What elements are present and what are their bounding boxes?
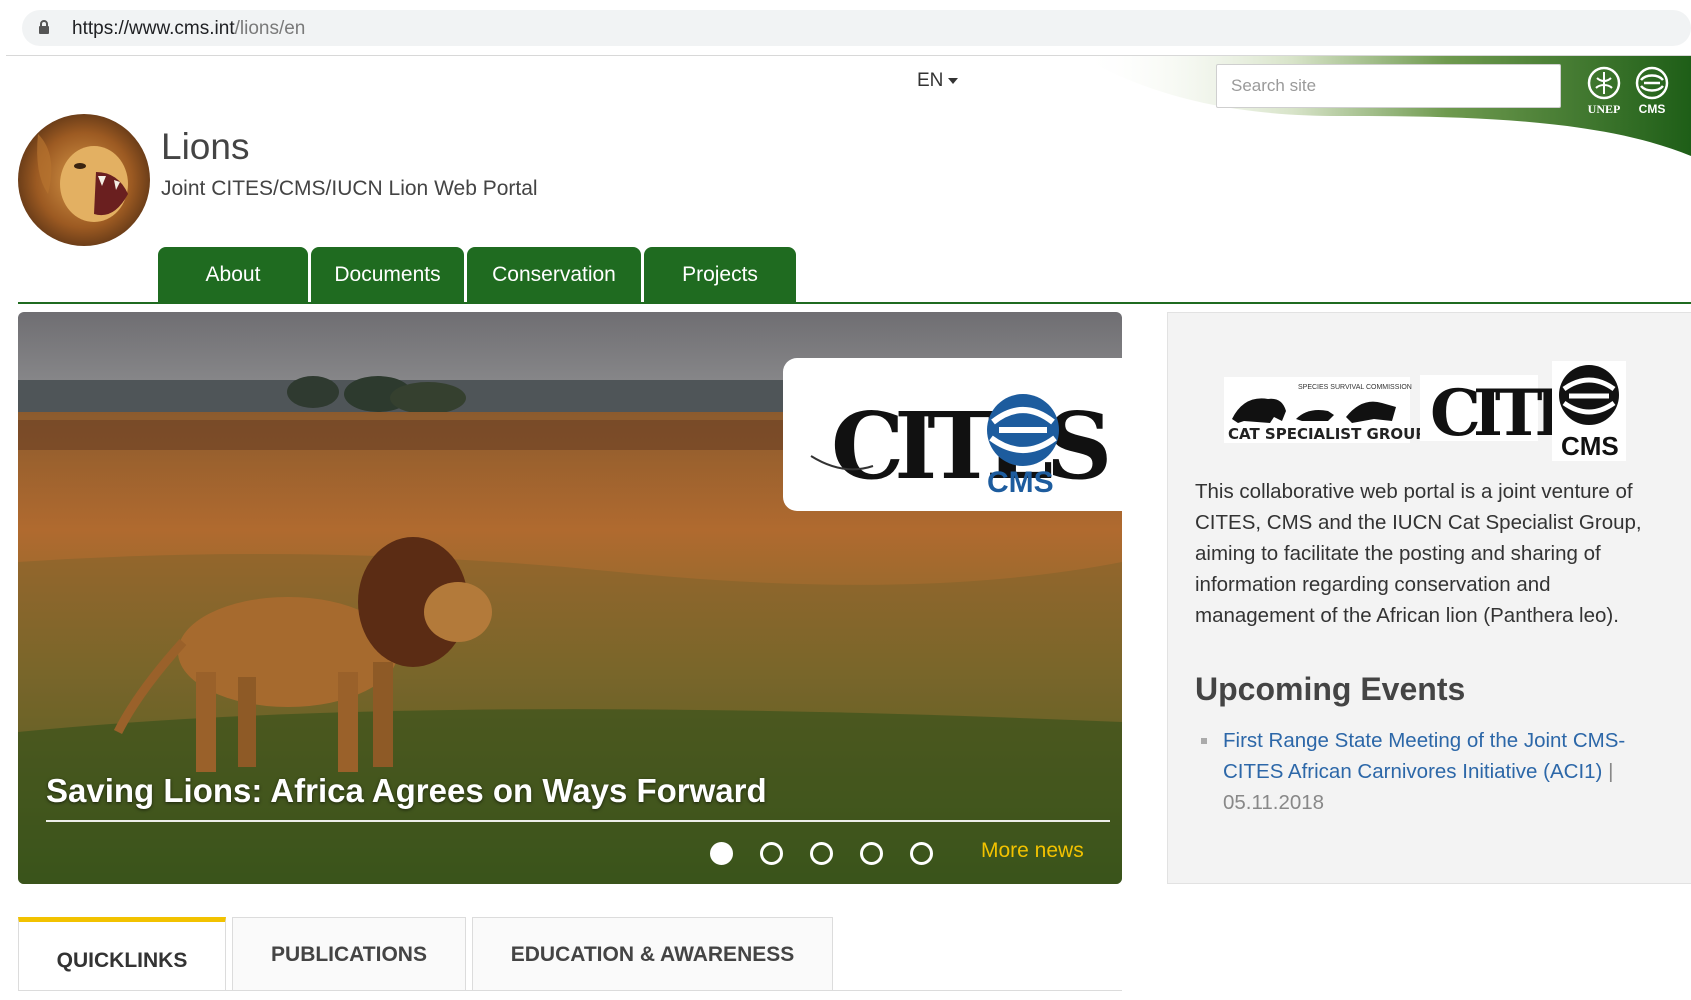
svg-text:CMS: CMS — [987, 466, 1054, 499]
more-news-link[interactable]: More news — [981, 839, 1084, 863]
event-separator: | — [1608, 760, 1614, 783]
nav-tab-documents[interactable]: Documents — [311, 247, 464, 303]
chevron-down-icon — [948, 77, 959, 84]
language-label: EN — [917, 70, 944, 91]
slider-dot-4[interactable] — [860, 842, 883, 865]
upcoming-events-heading: Upcoming Events — [1195, 671, 1466, 707]
news-slider[interactable]: CITES CMS Saving Lions: Africa Agrees on… — [18, 312, 1122, 884]
main-nav: About Documents Conservation Projects — [158, 247, 796, 303]
nav-tab-projects[interactable]: Projects — [644, 247, 796, 303]
site-subtitle: Joint CITES/CMS/IUCN Lion Web Portal — [161, 177, 538, 200]
tabs-divider — [18, 990, 1122, 991]
search-input[interactable] — [1216, 64, 1561, 108]
partner-logos: SPECIES SURVIVAL COMMISSION CAT SPECIALI… — [1224, 361, 1626, 461]
url-host: https://www.cms.int — [72, 18, 235, 39]
url-path: /lions/en — [234, 18, 306, 39]
lock-icon — [39, 20, 49, 34]
svg-text:CAT SPECIALIST GROUP: CAT SPECIALIST GROUP — [1228, 425, 1426, 443]
nav-divider — [18, 302, 1691, 304]
event-date: 05.11.2018 — [1223, 791, 1325, 814]
sidebar-panel: SPECIES SURVIVAL COMMISSION CAT SPECIALI… — [1167, 312, 1691, 884]
cat-specialist-group-logo: SPECIES SURVIVAL COMMISSION CAT SPECIALI… — [1224, 377, 1426, 443]
slider-dot-2[interactable] — [760, 842, 783, 865]
slider-dot-1[interactable] — [710, 842, 733, 865]
cms-logo-small: CMS — [1552, 361, 1626, 461]
tab-publications[interactable]: PUBLICATIONS — [232, 917, 466, 991]
event-item: First Range State Meeting of the Joint C… — [1201, 725, 1666, 818]
svg-text:SPECIES SURVIVAL COMMISSION: SPECIES SURVIVAL COMMISSION — [1298, 384, 1412, 391]
language-selector[interactable]: EN — [917, 70, 959, 92]
nav-tab-conservation[interactable]: Conservation — [467, 247, 641, 303]
bullet-icon — [1201, 738, 1207, 744]
svg-text:CITES: CITES — [831, 392, 1107, 500]
event-link[interactable]: First Range State Meeting of the Joint C… — [1223, 729, 1625, 783]
hero-headline[interactable]: Saving Lions: Africa Agrees on Ways Forw… — [46, 772, 767, 810]
unep-logo[interactable]: UNEP — [1581, 66, 1627, 117]
cms-logo-header[interactable]: CMS — [1629, 66, 1675, 116]
hero-divider — [46, 820, 1110, 822]
slider-dot-3[interactable] — [810, 842, 833, 865]
tab-quicklinks[interactable]: QUICKLINKS — [18, 917, 226, 991]
url-text[interactable]: https://www.cms.int/lions/en — [72, 18, 305, 40]
slider-dots — [710, 842, 933, 865]
cites-logo: CITES CMS — [810, 392, 1117, 500]
content-tabs: QUICKLINKS PUBLICATIONS EDUCATION & AWAR… — [18, 917, 833, 991]
tab-education-awareness[interactable]: EDUCATION & AWARENESS — [472, 917, 833, 991]
slider-dot-5[interactable] — [910, 842, 933, 865]
lion-avatar[interactable] — [18, 114, 150, 246]
unep-label: UNEP — [1587, 102, 1621, 116]
svg-text:CMS: CMS — [1561, 431, 1619, 461]
cms-label: CMS — [1638, 102, 1666, 116]
hero-partner-logos: CITES CMS — [783, 358, 1122, 511]
nav-tab-about[interactable]: About — [158, 247, 308, 303]
cms-emblem-icon — [1635, 66, 1669, 100]
unep-emblem-icon — [1587, 66, 1621, 100]
portal-description: This collaborative web portal is a joint… — [1195, 480, 1642, 627]
site-title: Lions — [161, 126, 250, 167]
